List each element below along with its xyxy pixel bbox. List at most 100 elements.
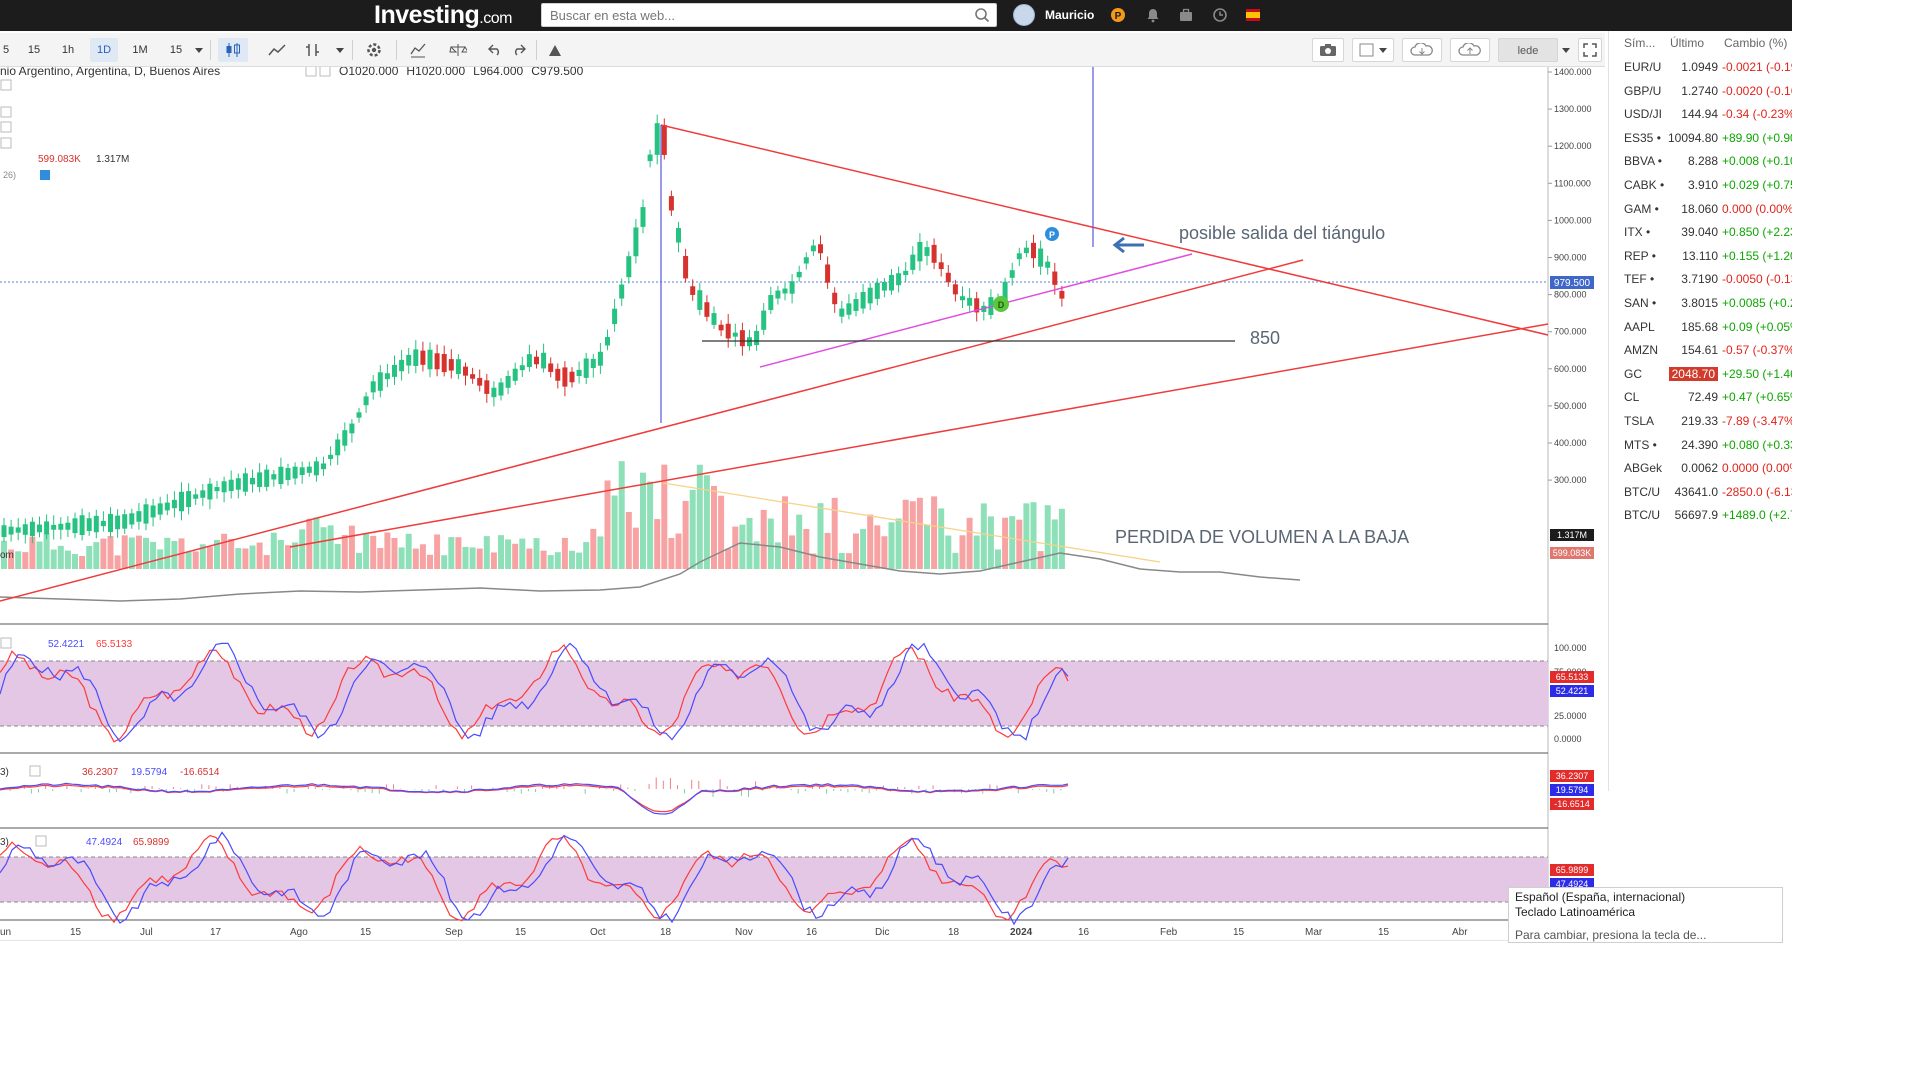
fullscreen-button[interactable] xyxy=(1578,38,1602,62)
quote-row[interactable]: AAPL 185.68 +0.09 (+0.05%) xyxy=(1612,315,1792,339)
drawing-button[interactable] xyxy=(542,38,568,62)
header-last[interactable]: Último xyxy=(1670,36,1704,50)
username[interactable]: Mauricio xyxy=(1045,0,1094,31)
quote-symbol[interactable]: ES35 • xyxy=(1624,126,1666,150)
interval-select[interactable]: 15 xyxy=(164,38,188,62)
quote-symbol[interactable]: CABK • xyxy=(1624,173,1666,197)
quote-symbol[interactable]: CL xyxy=(1624,385,1666,409)
legend-settings-icon[interactable] xyxy=(305,67,317,77)
quote-symbol[interactable]: BBVA • xyxy=(1624,149,1666,173)
chevron-down-icon[interactable] xyxy=(1562,48,1570,54)
quote-symbol[interactable]: SAN • xyxy=(1624,291,1666,315)
c-label: C xyxy=(531,67,540,78)
quote-symbol[interactable]: BTC/U xyxy=(1624,503,1666,527)
interval-5[interactable]: 5 xyxy=(0,38,12,62)
quote-symbol[interactable]: ITX • xyxy=(1624,220,1666,244)
cloud-load-button[interactable] xyxy=(1402,38,1442,62)
quote-row[interactable]: SAN • 3.8015 +0.0085 (+0.22%) xyxy=(1612,291,1792,315)
template-button[interactable] xyxy=(1352,38,1394,62)
panel-settings-icon[interactable] xyxy=(0,637,12,649)
legend-close-icon[interactable] xyxy=(319,67,331,77)
candle-body xyxy=(583,358,589,378)
quote-row[interactable]: TEF • 3.7190 -0.0050 (-0.13%) xyxy=(1612,267,1792,291)
volume-bar xyxy=(1044,505,1051,569)
chevron-down-icon[interactable] xyxy=(195,48,203,54)
clock-icon[interactable] xyxy=(1212,7,1228,23)
bell-icon[interactable] xyxy=(1145,7,1161,23)
quote-row[interactable]: ITX • 39.040 +0.850 (+2.23%) xyxy=(1612,220,1792,244)
quote-symbol[interactable]: GC xyxy=(1624,362,1666,386)
quote-symbol[interactable]: TSLA xyxy=(1624,409,1666,433)
quote-symbol[interactable]: EUR/U xyxy=(1624,55,1666,79)
interval-1d[interactable]: 1D xyxy=(90,38,118,62)
candle-body xyxy=(519,365,525,371)
quote-row[interactable]: AMZN 154.61 -0.57 (-0.37%) xyxy=(1612,338,1792,362)
line-chart-button[interactable] xyxy=(262,38,292,62)
quote-symbol[interactable]: GAM • xyxy=(1624,197,1666,221)
volume-bar xyxy=(725,548,732,569)
quote-symbol[interactable]: ABGek xyxy=(1624,456,1666,480)
bars-button[interactable] xyxy=(300,38,326,62)
cloud-save-button[interactable] xyxy=(1450,38,1490,62)
compare-button[interactable] xyxy=(444,38,472,62)
quote-row[interactable]: BBVA • 8.288 +0.008 (+0.10%) xyxy=(1612,149,1792,173)
chevron-down-icon[interactable] xyxy=(336,48,344,54)
undo-button[interactable] xyxy=(484,38,506,62)
quote-row[interactable]: CABK • 3.910 +0.029 (+0.75%) xyxy=(1612,173,1792,197)
legend-visibility-icon[interactable] xyxy=(40,170,50,180)
quote-row[interactable]: TSLA 219.33 -7.89 (-3.47%) xyxy=(1612,409,1792,433)
panel-settings-icon[interactable] xyxy=(29,765,41,777)
legend-icon[interactable] xyxy=(0,106,12,118)
quote-row[interactable]: MTS • 24.390 +0.080 (+0.33%) xyxy=(1612,433,1792,457)
time-axis-label: Nov xyxy=(735,927,753,938)
layout-select[interactable]: lede xyxy=(1498,38,1558,62)
candles-button[interactable] xyxy=(218,38,248,62)
keyboard-language-popup[interactable]: Español (España, internacional) Teclado … xyxy=(1508,887,1783,943)
quote-row[interactable]: BTC/U 43641.0 -2850.0 (-6.13%) xyxy=(1612,480,1792,504)
chart-area[interactable]: 1400.000 1300.000 1200.000 1100.000 1000.000… xyxy=(0,67,1605,940)
panel-settings-icon[interactable] xyxy=(35,835,47,847)
legend-icon[interactable] xyxy=(0,79,12,91)
quote-symbol[interactable]: USD/JI xyxy=(1624,102,1666,126)
settings-button[interactable] xyxy=(360,38,388,62)
quote-symbol[interactable]: AAPL xyxy=(1624,315,1666,339)
interval-15[interactable]: 15 xyxy=(22,38,46,62)
quote-row[interactable]: GBP/U 1.2740 -0.0020 (-0.16%) xyxy=(1612,79,1792,103)
candle-body xyxy=(782,288,788,294)
quote-symbol[interactable]: AMZN xyxy=(1624,338,1666,362)
premium-icon[interactable]: P xyxy=(1110,7,1126,23)
legend-icon[interactable] xyxy=(0,121,12,133)
price-chart[interactable]: 1400.000 1300.000 1200.000 1100.000 1000.000… xyxy=(0,67,1605,940)
quote-row[interactable]: GC2048.70 +29.50 (+1.46%) xyxy=(1612,362,1792,386)
user-avatar[interactable] xyxy=(1013,4,1035,26)
indicators-button[interactable] xyxy=(404,38,432,62)
quote-row[interactable]: CL 72.49 +0.47 (+0.65%) xyxy=(1612,385,1792,409)
quote-row[interactable]: ABGek 0.0062 0.0000 (0.00%) xyxy=(1612,456,1792,480)
screenshot-button[interactable] xyxy=(1312,38,1344,62)
quote-row[interactable]: USD/JI 144.94 -0.34 (-0.23%) xyxy=(1612,102,1792,126)
quote-row[interactable]: ES35 •10094.80+89.90 (+0.90%) xyxy=(1612,126,1792,150)
quote-row[interactable]: GAM • 18.060 0.000 (0.00%) xyxy=(1612,197,1792,221)
search-input[interactable] xyxy=(541,3,997,27)
quote-symbol[interactable]: BTC/U xyxy=(1624,480,1666,504)
quote-symbol[interactable]: TEF • xyxy=(1624,267,1666,291)
quote-symbol[interactable]: REP • xyxy=(1624,244,1666,268)
interval-1h[interactable]: 1h xyxy=(56,38,80,62)
quote-symbol[interactable]: MTS • xyxy=(1624,433,1666,457)
quote-row[interactable]: BTC/U 56697.9 +1489.0 (+2.70%) xyxy=(1612,503,1792,527)
interval-1m[interactable]: 1M xyxy=(126,38,154,62)
header-change[interactable]: Cambio (%) xyxy=(1724,36,1787,50)
quote-symbol[interactable]: GBP/U xyxy=(1624,79,1666,103)
search-icon[interactable] xyxy=(974,7,990,23)
investing-logo[interactable]: Investing.com xyxy=(374,0,512,31)
volume-bar xyxy=(377,548,384,569)
header-symbol[interactable]: Sím... xyxy=(1624,36,1655,50)
quote-change: -0.0050 (-0.13%) xyxy=(1722,272,1792,287)
quote-row[interactable]: REP • 13.110 +0.155 (+1.20%) xyxy=(1612,244,1792,268)
legend-icon[interactable] xyxy=(0,137,12,149)
flag-spain-icon[interactable] xyxy=(1246,9,1260,21)
volume-bar xyxy=(675,533,682,569)
briefcase-icon[interactable] xyxy=(1178,7,1194,23)
redo-button[interactable] xyxy=(508,38,530,62)
quote-row[interactable]: EUR/U 1.0949 -0.0021 (-0.19%) xyxy=(1612,55,1792,79)
